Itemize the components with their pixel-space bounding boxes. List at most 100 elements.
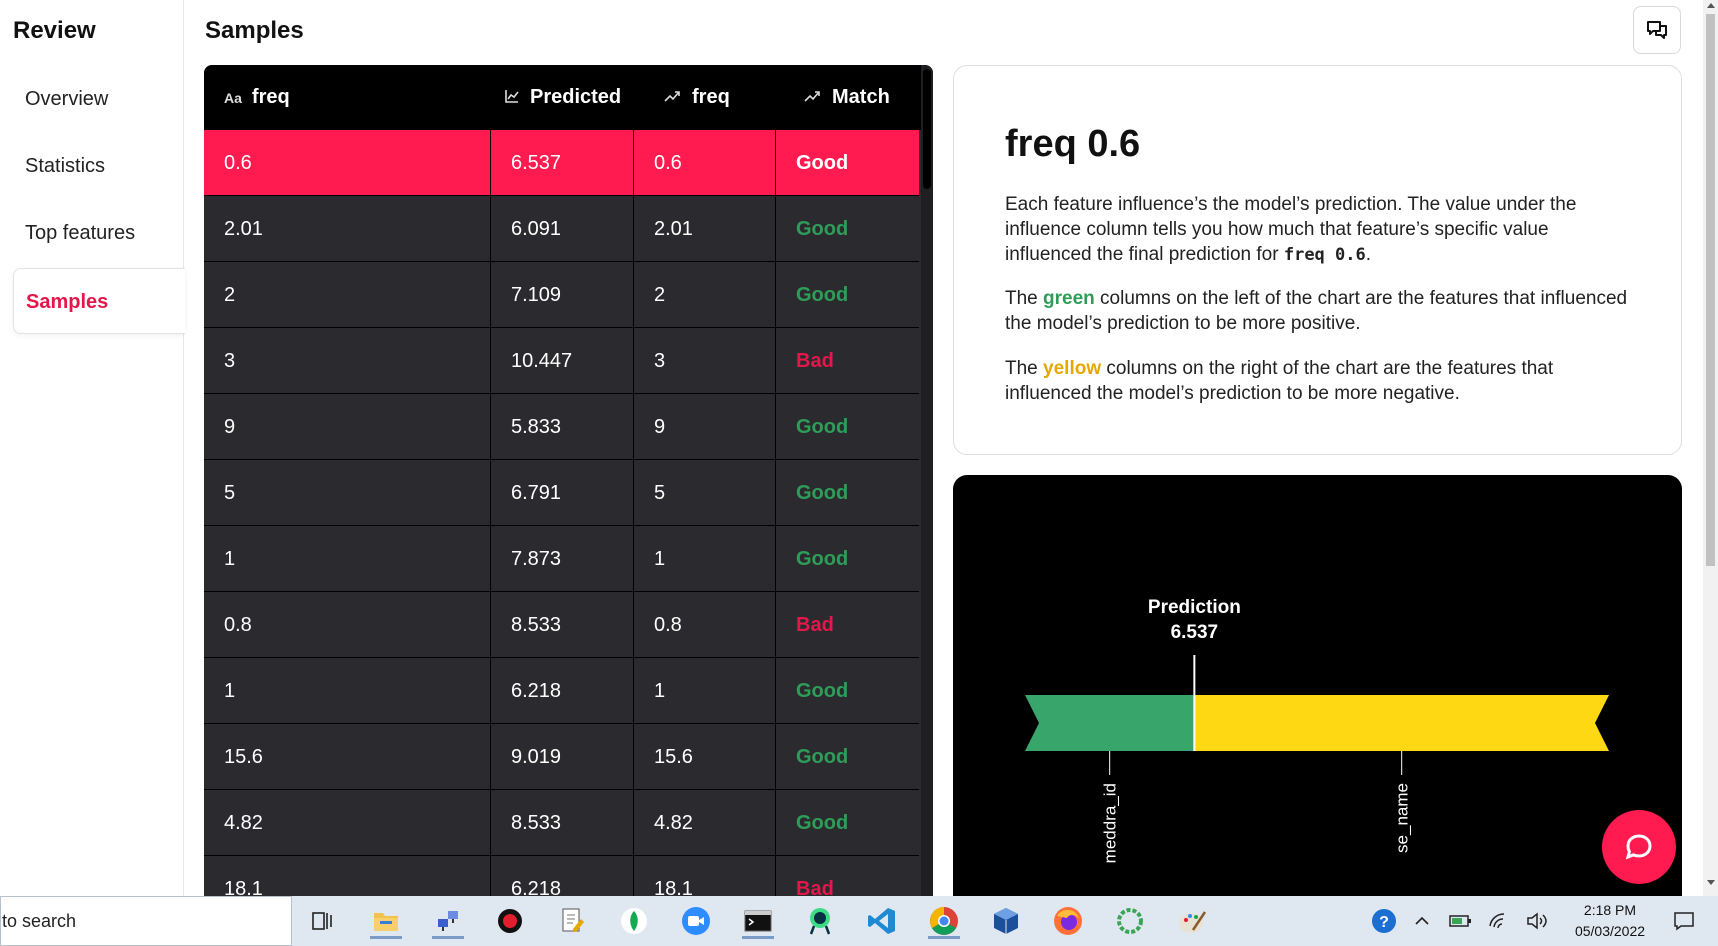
- table-row[interactable]: 9 5.833 9 Good: [204, 394, 919, 460]
- feature-label-meddra_id: meddra_id: [1101, 783, 1120, 863]
- cell-freq: 2: [204, 262, 491, 328]
- android-studio-icon[interactable]: [802, 903, 838, 939]
- column-header-label: freq: [692, 86, 730, 108]
- cell-freq-actual: 2.01: [634, 196, 776, 262]
- table-row[interactable]: 0.8 8.533 0.8 Bad: [204, 592, 919, 658]
- column-header-freq[interactable]: Aa freq: [224, 65, 290, 130]
- clock-date: 05/03/2022: [1574, 923, 1646, 939]
- yellow-keyword: yellow: [1043, 358, 1102, 379]
- cell-predicted: 9.019: [491, 724, 634, 790]
- table-header: Aa freq Predicted freq Match: [204, 65, 933, 130]
- sample-title: freq 0.6: [1005, 123, 1141, 165]
- scroll-down-icon[interactable]: [1707, 880, 1715, 885]
- table-scrollbar-thumb[interactable]: [923, 69, 931, 189]
- zoom-icon[interactable]: [678, 903, 714, 939]
- sidebar-item-top-features[interactable]: Top features: [13, 200, 185, 266]
- info-text: .: [1365, 244, 1372, 265]
- firefox-icon[interactable]: [1050, 903, 1086, 939]
- paint-icon[interactable]: [1174, 903, 1210, 939]
- cell-predicted: 6.791: [491, 460, 634, 526]
- virtualbox-icon[interactable]: [988, 903, 1024, 939]
- cell-freq: 1: [204, 526, 491, 592]
- trend-icon: [804, 89, 822, 106]
- chevron-up-icon[interactable]: [1408, 896, 1436, 946]
- cell-freq: 1: [204, 658, 491, 724]
- table-row[interactable]: 1 6.218 1 Good: [204, 658, 919, 724]
- info-paragraph-influence: Each feature influence’s the model’s pre…: [1005, 192, 1635, 268]
- task-view-icon[interactable]: [305, 903, 341, 939]
- cell-predicted: 6.218: [491, 856, 634, 896]
- table-row[interactable]: 2.01 6.091 2.01 Good: [204, 196, 919, 262]
- taskbar-clock[interactable]: 2:18 PM 05/03/2022: [1560, 900, 1660, 942]
- sidebar: Review Overview Statistics Top features …: [0, 0, 185, 896]
- cell-predicted: 8.533: [491, 790, 634, 856]
- vscode-icon[interactable]: [864, 903, 900, 939]
- sidebar-title: Review: [13, 17, 96, 44]
- cell-match: Bad: [796, 350, 834, 372]
- active-indicator: [370, 936, 402, 939]
- cell-freq-actual: 0.8: [634, 592, 776, 658]
- comments-button[interactable]: [1633, 6, 1681, 54]
- page-scrollbar-thumb[interactable]: [1706, 14, 1715, 566]
- terminal-icon[interactable]: [740, 903, 776, 939]
- volume-icon[interactable]: [1522, 896, 1552, 946]
- cell-freq-actual: 18.1: [634, 856, 776, 896]
- cell-freq: 5: [204, 460, 491, 526]
- battery-icon[interactable]: [1446, 896, 1476, 946]
- sample-info-card: freq 0.6 Each feature influence’s the mo…: [953, 65, 1682, 455]
- cell-freq: 15.6: [204, 724, 491, 790]
- page-scrollbar[interactable]: [1703, 0, 1718, 896]
- line-chart-icon: [504, 88, 520, 107]
- column-header-match[interactable]: Match: [804, 65, 890, 130]
- table-row[interactable]: 0.6 6.537 0.6 Good: [204, 130, 919, 196]
- record-icon[interactable]: [492, 903, 528, 939]
- cell-match: Good: [796, 218, 849, 240]
- info-paragraph-yellow: The yellow columns on the right of the c…: [1005, 356, 1635, 406]
- wifi-icon[interactable]: [1484, 896, 1514, 946]
- table-row[interactable]: 4.82 8.533 4.82 Good: [204, 790, 919, 856]
- cell-match: Good: [796, 548, 849, 570]
- cell-match: Good: [796, 482, 849, 504]
- cell-freq: 4.82: [204, 790, 491, 856]
- split-divider: [1193, 695, 1196, 751]
- cell-match: Good: [796, 746, 849, 768]
- help-icon[interactable]: ?: [1366, 896, 1402, 946]
- network-icon[interactable]: [430, 903, 466, 939]
- info-text: The: [1005, 288, 1044, 309]
- table-scrollbar[interactable]: [921, 65, 933, 896]
- cell-freq: 3: [204, 328, 491, 394]
- cell-freq-actual: 4.82: [634, 790, 776, 856]
- info-text: columns on the left of the chart are the…: [1005, 288, 1628, 334]
- cell-freq-actual: 5: [634, 460, 776, 526]
- cell-match: Good: [796, 284, 849, 306]
- notepad-icon[interactable]: [554, 903, 590, 939]
- table-row[interactable]: 15.6 9.019 15.6 Good: [204, 724, 919, 790]
- leaf-app-icon[interactable]: [616, 903, 652, 939]
- table-row[interactable]: 18.1 6.218 18.1 Bad: [204, 856, 919, 896]
- spinner-app-icon[interactable]: [1112, 903, 1148, 939]
- table-row[interactable]: 1 7.873 1 Good: [204, 526, 919, 592]
- column-header-freq-actual[interactable]: freq: [664, 65, 730, 130]
- taskbar: to search ? 2:18 PM 05/03/2022: [0, 896, 1718, 946]
- feature-label-se_name: se_name: [1393, 783, 1412, 853]
- scroll-up-icon[interactable]: [1707, 3, 1715, 8]
- taskbar-search[interactable]: to search: [0, 896, 292, 946]
- bar-meddra_id: [1025, 695, 1195, 751]
- table-row[interactable]: 5 6.791 5 Good: [204, 460, 919, 526]
- sidebar-item-samples[interactable]: Samples: [13, 268, 185, 334]
- cell-predicted: 6.218: [491, 658, 634, 724]
- column-header-predicted[interactable]: Predicted: [504, 65, 621, 130]
- sidebar-item-overview[interactable]: Overview: [13, 66, 185, 132]
- support-chat-button[interactable]: [1602, 810, 1676, 884]
- file-explorer-icon[interactable]: [368, 903, 404, 939]
- column-header-label: Predicted: [530, 86, 622, 108]
- table-row[interactable]: 3 10.447 3 Bad: [204, 328, 919, 394]
- notification-icon[interactable]: [1668, 896, 1700, 946]
- cell-predicted: 7.109: [491, 262, 634, 328]
- table-row[interactable]: 2 7.109 2 Good: [204, 262, 919, 328]
- chrome-icon[interactable]: [926, 903, 962, 939]
- text-type-icon: Aa: [224, 89, 242, 106]
- cell-freq-actual: 1: [634, 658, 776, 724]
- cell-predicted: 10.447: [491, 328, 634, 394]
- sidebar-item-statistics[interactable]: Statistics: [13, 133, 185, 199]
